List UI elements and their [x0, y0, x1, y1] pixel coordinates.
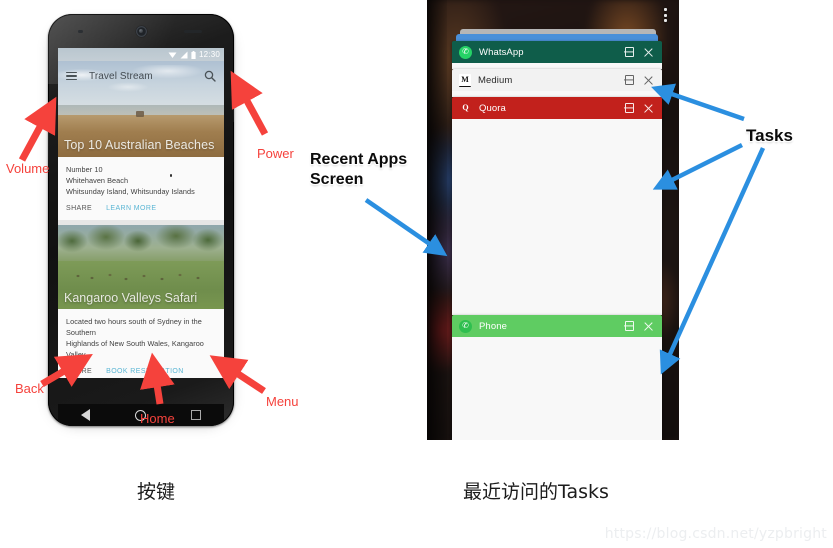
split-screen-icon[interactable]	[623, 320, 635, 332]
article-card-2-body: Located two hours south of Sydney in the…	[58, 309, 224, 378]
caption-right: 最近访问的Tasks	[463, 481, 609, 503]
close-icon[interactable]	[642, 102, 654, 114]
battery-icon	[191, 50, 196, 59]
article-card-2-actions: SHARE BOOK RESERVATION	[66, 360, 216, 375]
split-screen-icon[interactable]	[623, 46, 635, 58]
front-camera-icon	[136, 26, 147, 37]
hero2-kangaroos	[58, 271, 224, 283]
task-card-header: ✆ Phone	[452, 315, 662, 337]
earpiece-speaker	[184, 30, 202, 33]
share-button[interactable]: SHARE	[66, 205, 92, 212]
article-card-1-hero: Travel Stream Top 10 Australian Beaches	[58, 61, 224, 157]
task-title: Quora	[479, 102, 506, 114]
learn-more-button[interactable]: LEARN MORE	[106, 205, 156, 212]
more-vertical-icon[interactable]	[664, 8, 667, 22]
split-screen-icon[interactable]	[623, 102, 635, 114]
task-card-preview[interactable]	[452, 119, 662, 315]
hamburger-icon[interactable]	[66, 71, 77, 81]
article-card-1-title: Top 10 Australian Beaches	[64, 138, 215, 152]
task-card-header: ✆ WhatsApp	[452, 41, 662, 63]
wifi-icon	[168, 52, 177, 58]
task-title: WhatsApp	[479, 46, 524, 58]
label-back: Back	[15, 381, 44, 396]
phone-body: 12:30 Travel Stream Top 10 Australian Be…	[48, 14, 234, 426]
share-button-2[interactable]: SHARE	[66, 368, 92, 375]
whatsapp-icon: ✆	[459, 45, 472, 59]
status-bar-time: 12:30	[198, 49, 220, 59]
task-card-preview[interactable]	[452, 337, 662, 440]
article-card-1-actions: SHARE LEARN MORE	[66, 197, 216, 212]
close-icon[interactable]	[642, 74, 654, 86]
quora-icon: Q	[459, 101, 472, 115]
recent-apps-screen: ✆ WhatsApp M Medium Q Quora ✆ Phone	[427, 0, 679, 440]
signal-icon	[180, 51, 188, 58]
label-home: Home	[140, 411, 175, 426]
label-tasks: Tasks	[746, 126, 793, 145]
label-power: Power	[257, 146, 294, 161]
book-reservation-button[interactable]: BOOK RESERVATION	[106, 368, 184, 375]
article-card-1-line-1: Number 10	[66, 165, 103, 174]
proximity-sensor	[78, 30, 83, 33]
hero-figures	[136, 111, 144, 117]
power-key[interactable]	[233, 92, 234, 122]
task-card-medium[interactable]: M Medium	[452, 69, 662, 97]
article-card-1-body: Number 10 Whitehaven Beach Whitsunday Is…	[58, 157, 224, 220]
task-card-header: M Medium	[452, 69, 662, 91]
arrow-volume	[18, 96, 57, 162]
article-card-1-line-3: Whitsunday Island, Whitsunday Islands	[66, 187, 195, 196]
split-screen-icon[interactable]	[623, 74, 635, 86]
arrow-power	[230, 70, 269, 136]
phone-screen: 12:30 Travel Stream Top 10 Australian Be…	[58, 48, 224, 378]
recents-square-icon[interactable]	[191, 410, 202, 420]
label-recent-apps-screen: Recent Apps Screen	[310, 151, 408, 188]
task-card-whatsapp[interactable]: ✆ WhatsApp	[452, 41, 662, 69]
figure-canvas: 12:30 Travel Stream Top 10 Australian Be…	[0, 0, 833, 548]
article-card-2-line-2: Highlands of New South Wales, Kangaroo V…	[66, 339, 204, 359]
card-marker-dot	[169, 174, 172, 177]
back-triangle-icon[interactable]	[80, 409, 90, 421]
arrow-tasks-bottom	[659, 147, 766, 375]
article-card-2-line-1: Located two hours south of Sydney in the…	[66, 317, 202, 337]
label-menu: Menu	[266, 394, 299, 409]
article-card-2-title: Kangaroo Valleys Safari	[64, 291, 198, 305]
label-volume: Volume	[6, 161, 50, 176]
close-icon[interactable]	[642, 46, 654, 58]
article-card-2-hero: Kangaroo Valleys Safari	[58, 225, 224, 309]
phone-icon: ✆	[459, 319, 472, 333]
caption-left: 按键	[137, 481, 176, 503]
app-title: Travel Stream	[89, 70, 153, 82]
medium-icon: M	[459, 73, 471, 87]
close-icon[interactable]	[642, 320, 654, 332]
task-card-phone[interactable]: ✆ Phone	[452, 315, 662, 440]
status-bar: 12:30	[58, 48, 224, 61]
phone-mockup: 12:30 Travel Stream Top 10 Australian Be…	[48, 14, 234, 426]
task-title: Phone	[479, 320, 507, 332]
search-icon[interactable]	[204, 70, 216, 82]
task-card-quora[interactable]: Q Quora	[452, 97, 662, 315]
task-card-header: Q Quora	[452, 97, 662, 119]
task-title: Medium	[478, 74, 513, 86]
article-card-1-line-2: Whitehaven Beach	[66, 176, 129, 185]
app-bar: Travel Stream	[58, 61, 224, 91]
watermark: https://blog.csdn.net/yzpbright	[604, 526, 827, 542]
wallpaper-vignette	[427, 0, 447, 440]
